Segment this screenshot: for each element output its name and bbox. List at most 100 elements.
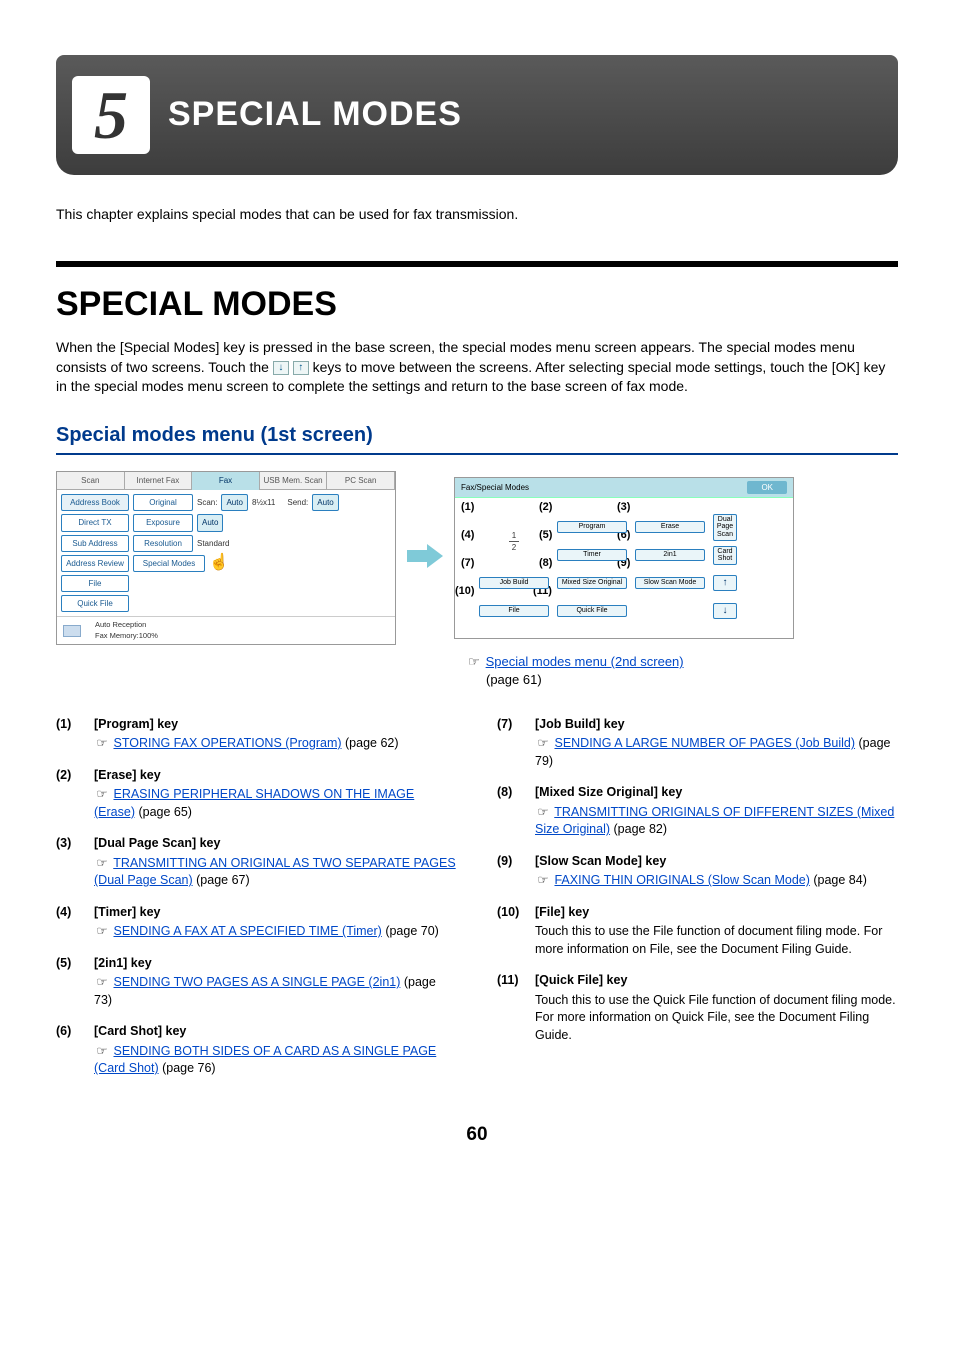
tab-ifax[interactable]: Internet Fax — [125, 472, 193, 490]
exposure-value: Auto — [197, 514, 223, 531]
item-body: Touch this to use the Quick File functio… — [535, 992, 898, 1045]
resolution-value: Standard — [197, 538, 229, 549]
page-reference: (page 70) — [382, 924, 439, 938]
sub-address-button[interactable]: Sub Address — [61, 535, 129, 552]
pointer-icon: ☞ — [94, 923, 110, 941]
item-body: ☞ TRANSMITTING ORIGINALS OF DIFFERENT SI… — [535, 804, 898, 839]
transition-arrow-icon — [406, 544, 444, 573]
page-reference: (page 67) — [193, 873, 250, 887]
job-build-key[interactable]: Job Build — [479, 577, 549, 589]
erase-key[interactable]: Erase — [635, 521, 705, 533]
callout-4: (4) — [461, 528, 474, 543]
key-description-item: (10)[File] keyTouch this to use the File… — [497, 904, 898, 959]
auto-reception-label: Auto Reception — [95, 620, 158, 631]
tab-scan[interactable]: Scan — [57, 472, 125, 490]
item-number: (11) — [497, 972, 523, 990]
cross-reference-link[interactable]: TRANSMITTING AN ORIGINAL AS TWO SEPARATE… — [94, 856, 456, 888]
section-body: When the [Special Modes] key is pressed … — [56, 338, 898, 397]
item-body: Touch this to use the File function of d… — [535, 923, 898, 958]
item-title: [Mixed Size Original] key — [535, 784, 682, 802]
cross-reference-link[interactable]: SENDING TWO PAGES AS A SINGLE PAGE (2in1… — [113, 975, 400, 989]
send-auto: Auto — [312, 494, 338, 511]
page-down-icon[interactable]: ↓ — [713, 603, 737, 619]
left-column: (1)[Program] key☞ STORING FAX OPERATIONS… — [56, 716, 457, 1092]
ok-button[interactable]: OK — [747, 481, 787, 494]
page-reference: (page 82) — [610, 822, 667, 836]
page-up-icon[interactable]: ↑ — [713, 575, 737, 591]
address-review-button[interactable]: Address Review — [61, 555, 129, 572]
item-number: (8) — [497, 784, 523, 802]
item-body: ☞ SENDING TWO PAGES AS A SINGLE PAGE (2i… — [94, 974, 457, 1009]
card-shot-key[interactable]: Card Shot — [713, 546, 737, 565]
cross-reference-link[interactable]: SENDING A FAX AT A SPECIFIED TIME (Timer… — [113, 924, 381, 938]
special-modes-button[interactable]: Special Modes — [133, 555, 205, 572]
key-description-item: (8) [Mixed Size Original] key ☞ TRANSMITTI… — [497, 784, 898, 839]
cross-reference-link[interactable]: FAXING THIN ORIGINALS (Slow Scan Mode) — [554, 873, 809, 887]
two-in-one-key[interactable]: 2in1 — [635, 549, 705, 561]
fax-memory-label: Fax Memory:100% — [95, 631, 158, 642]
item-title: [Timer] key — [94, 904, 160, 922]
item-number: (5) — [56, 955, 82, 973]
tab-usb[interactable]: USB Mem. Scan — [260, 472, 328, 490]
see-next-screen: ☞ Special modes menu (2nd screen) (page … — [466, 653, 898, 689]
item-title: [File] key — [535, 904, 589, 922]
quick-file-button[interactable]: Quick File — [61, 595, 129, 612]
original-button[interactable]: Original — [133, 494, 193, 511]
resolution-button[interactable]: Resolution — [133, 535, 193, 552]
program-key[interactable]: Program — [557, 521, 627, 533]
item-number: (2) — [56, 767, 82, 785]
mixed-size-original-key[interactable]: Mixed Size Original — [557, 577, 627, 589]
page-number: 60 — [56, 1122, 898, 1149]
timer-key[interactable]: Timer — [557, 549, 627, 561]
cross-reference-link[interactable]: SENDING A LARGE NUMBER OF PAGES (Job Bui… — [554, 736, 855, 750]
address-book-button[interactable]: Address Book — [61, 494, 129, 511]
item-title: [Slow Scan Mode] key — [535, 853, 666, 871]
exposure-button[interactable]: Exposure — [133, 514, 193, 531]
next-screen-link[interactable]: Special modes menu (2nd screen) — [486, 654, 684, 669]
section-title: SPECIAL MODES — [56, 281, 898, 329]
quick-file-key[interactable]: Quick File — [557, 605, 627, 617]
chapter-number: 5 — [94, 81, 128, 149]
file-key[interactable]: File — [479, 605, 549, 617]
item-title: [Quick File] key — [535, 972, 627, 990]
pointer-icon: ☞ — [94, 1043, 110, 1061]
cross-reference-link[interactable]: TRANSMITTING ORIGINALS OF DIFFERENT SIZE… — [535, 805, 894, 837]
scan-label: Scan: — [197, 497, 217, 508]
key-description-item: (3)[Dual Page Scan] key☞ TRANSMITTING AN… — [56, 835, 457, 890]
item-number: (4) — [56, 904, 82, 922]
pointer-icon: ☞ — [94, 786, 110, 804]
callout-3: (3) — [617, 500, 630, 515]
item-number: (6) — [56, 1023, 82, 1041]
cross-reference-link[interactable]: SENDING BOTH SIDES OF A CARD AS A SINGLE… — [94, 1044, 436, 1076]
callout-7: (7) — [461, 556, 474, 571]
speaker-icon — [63, 625, 81, 637]
pointer-icon: ☞ — [94, 735, 110, 753]
dual-page-scan-key[interactable]: Dual Page Scan — [713, 514, 737, 541]
paper-size: 8½x11 — [252, 497, 275, 508]
special-modes-screen: Fax/Special Modes OK (1) (2) (3) (4) (5)… — [454, 477, 794, 639]
item-title: [2in1] key — [94, 955, 152, 973]
item-title: [Card Shot] key — [94, 1023, 186, 1041]
key-description-item: (11) [Quick File] key Touch this to use th… — [497, 972, 898, 1044]
item-title: [Job Build] key — [535, 716, 625, 734]
key-description-item: (6) [Card Shot] key ☞ SENDING BOTH SIDES O… — [56, 1023, 457, 1078]
page-reference: (page 84) — [810, 873, 867, 887]
slow-scan-mode-key[interactable]: Slow Scan Mode — [635, 577, 705, 589]
key-description-item: (7)[Job Build] key☞ SENDING A LARGE NUMB… — [497, 716, 898, 771]
up-arrow-key-icon: ↑ — [293, 361, 309, 375]
item-body: ☞ SENDING A LARGE NUMBER OF PAGES (Job B… — [535, 735, 898, 770]
file-button[interactable]: File — [61, 575, 129, 592]
tab-fax[interactable]: Fax — [192, 472, 260, 490]
key-description-item: (9)[Slow Scan Mode] key☞ FAXING THIN ORI… — [497, 853, 898, 890]
tab-pc[interactable]: PC Scan — [327, 472, 395, 490]
pointer-icon: ☞ — [535, 872, 551, 890]
chapter-intro: This chapter explains special modes that… — [56, 205, 898, 225]
callout-10: (10) — [455, 584, 475, 599]
item-number: (1) — [56, 716, 82, 734]
page-reference: (page 62) — [342, 736, 399, 750]
item-body: ☞ FAXING THIN ORIGINALS (Slow Scan Mode)… — [535, 872, 898, 890]
cross-reference-link[interactable]: STORING FAX OPERATIONS (Program) — [113, 736, 341, 750]
scan-auto: Auto — [221, 494, 247, 511]
direct-tx-button[interactable]: Direct TX — [61, 514, 129, 531]
next-screen-page: (page 61) — [486, 672, 542, 687]
